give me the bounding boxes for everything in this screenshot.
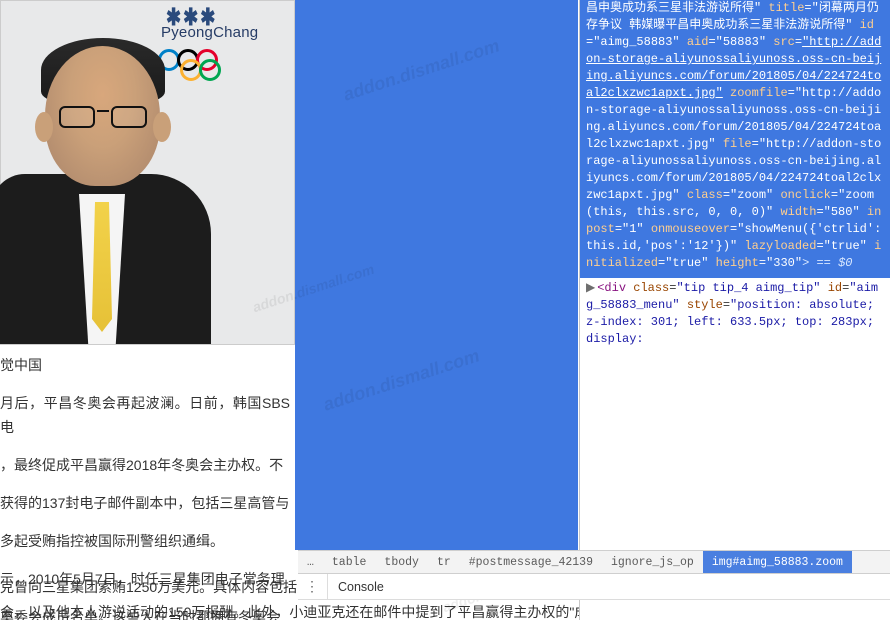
article-line: ，最终促成平昌赢得2018年冬奥会主办权。不 <box>0 453 290 477</box>
article-line: 获得的137封电子邮件副本中，包括三星高管与 <box>0 491 290 515</box>
person-figure <box>1 44 196 344</box>
article-line: 月后，平昌冬奥会再起波澜。日前，韩国SBS电 <box>0 391 290 439</box>
breadcrumb-item[interactable]: ignore_js_op <box>602 551 703 573</box>
element-highlight-overlay <box>295 0 578 550</box>
dom-sibling-node[interactable]: ▶<div class="tip tip_4 aimg_tip" id="aim… <box>580 278 890 348</box>
breadcrumb-item[interactable]: table <box>323 551 376 573</box>
dom-breadcrumb[interactable]: … table tbody tr #postmessage_42139 igno… <box>298 550 890 574</box>
breadcrumb-item[interactable]: tr <box>428 551 460 573</box>
breadcrumb-item-selected[interactable]: img#aimg_58883.zoom <box>703 551 852 573</box>
kebab-menu-icon[interactable]: ⋮ <box>298 574 328 599</box>
selected-dom-node[interactable]: 昌申奥成功系三星非法游说所得" title="闭幕两月仍存争议 韩媒曝平昌申奥成… <box>580 0 890 278</box>
breadcrumb-overflow[interactable]: … <box>298 551 323 573</box>
article-photo[interactable]: ✱✱✱ PyeongChang <box>0 0 295 345</box>
console-drawer[interactable]: ⋮ Console <box>298 574 890 600</box>
olympic-text: PyeongChang <box>161 21 281 45</box>
webpage-content: ✱✱✱ PyeongChang 觉中国 月后，平昌冬奥会再起波澜。日前，韩国SB… <box>0 0 295 620</box>
breadcrumb-item[interactable]: tbody <box>375 551 428 573</box>
devtools-panel[interactable]: 昌申奥成功系三星非法游说所得" title="闭幕两月仍存争议 韩媒曝平昌申奥成… <box>579 0 890 620</box>
expand-arrow-icon[interactable]: ▶ <box>586 281 595 295</box>
breadcrumb-item[interactable]: #postmessage_42139 <box>460 551 602 573</box>
dom-tree[interactable]: 昌申奥成功系三星非法游说所得" title="闭幕两月仍存争议 韩媒曝平昌申奥成… <box>580 0 890 550</box>
console-tab[interactable]: Console <box>328 580 394 594</box>
article-line: 觉中国 <box>0 353 290 377</box>
article-line: 多起受贿指控被国际刑警组织通缉。 <box>0 529 290 553</box>
